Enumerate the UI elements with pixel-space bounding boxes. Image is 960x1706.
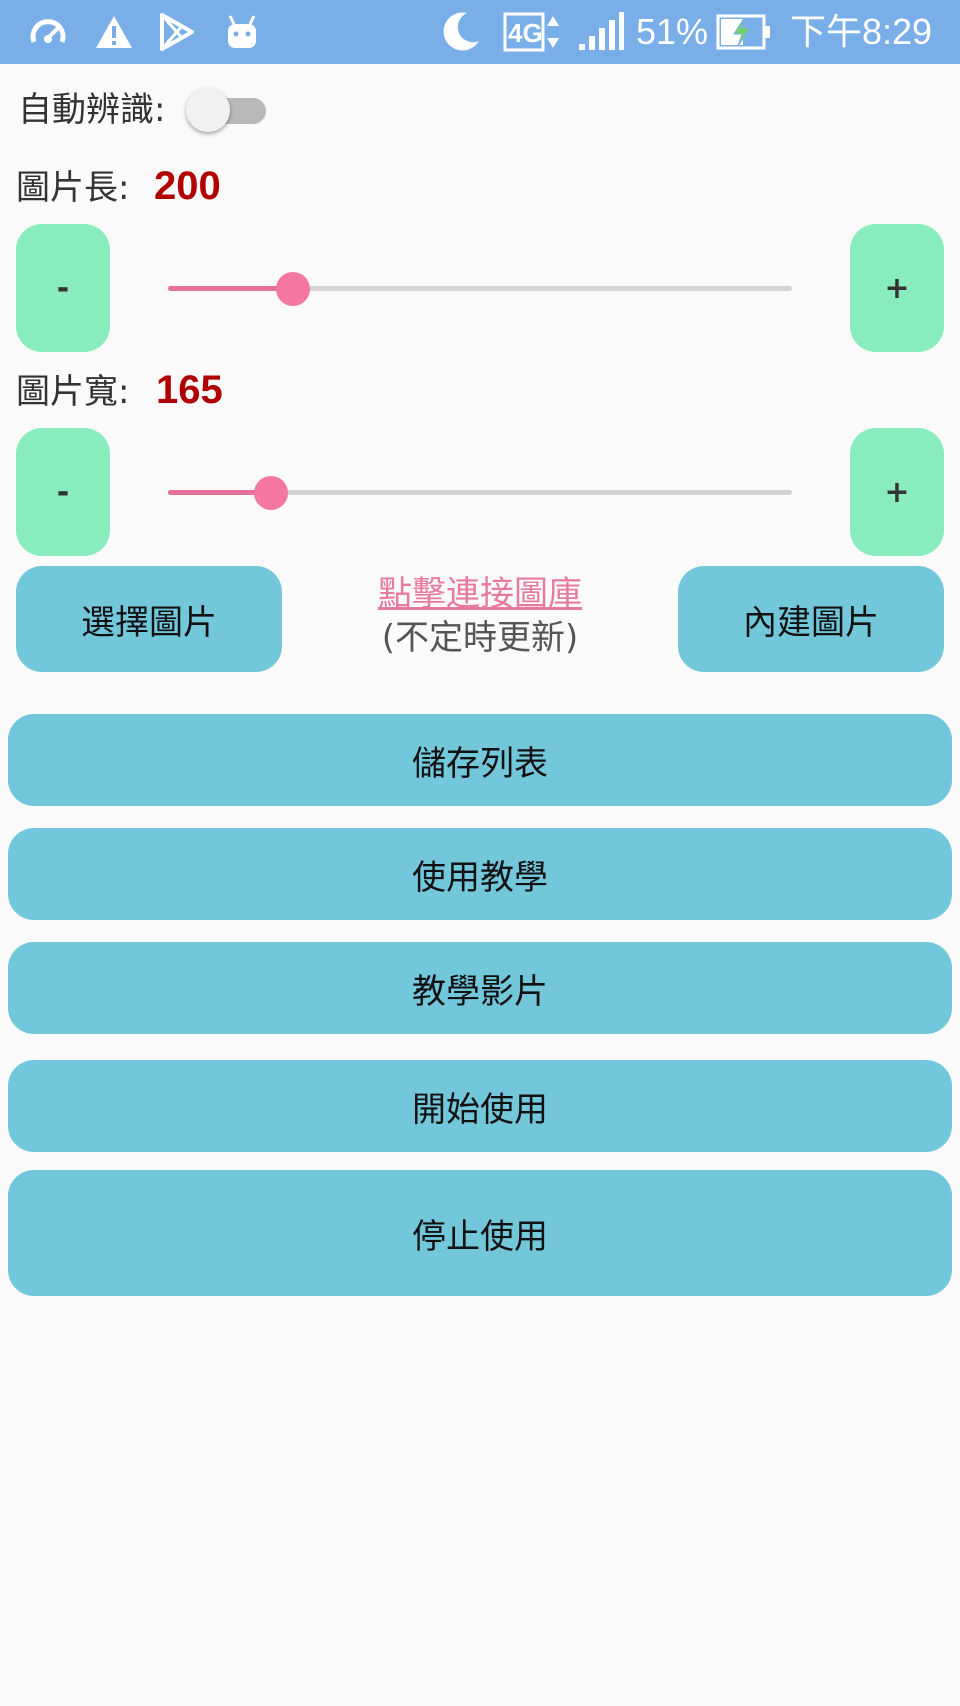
length-minus-button[interactable]: -: [16, 224, 110, 352]
network-4g-icon: 4G: [502, 10, 568, 54]
image-width-label: 圖片寬:: [16, 372, 130, 412]
auto-detect-switch[interactable]: [186, 88, 270, 132]
start-button[interactable]: 開始使用: [8, 1060, 952, 1152]
length-slider[interactable]: [168, 268, 792, 308]
moon-icon: [436, 10, 484, 54]
clock: 下午8:29: [790, 11, 933, 52]
slider-fill: [168, 286, 293, 291]
auto-detect-label: 自動辨識:: [18, 90, 166, 130]
status-bar: 4G 51% 下午8:29: [0, 0, 960, 64]
tutorial-video-button[interactable]: 教學影片: [8, 942, 952, 1034]
save-list-button[interactable]: 儲存列表: [8, 714, 952, 806]
stop-button[interactable]: 停止使用: [8, 1170, 952, 1296]
signal-icon: [576, 10, 626, 54]
switch-thumb: [186, 88, 230, 132]
gallery-link[interactable]: 點擊連接圖庫: [280, 572, 680, 616]
width-minus-button[interactable]: -: [16, 428, 110, 556]
slider-thumb[interactable]: [253, 476, 288, 510]
length-plus-button[interactable]: +: [850, 224, 944, 352]
warning-icon: [92, 10, 136, 54]
image-length-label: 圖片長:: [16, 168, 130, 208]
battery-percent: 51%: [636, 11, 709, 52]
gallery-update-note: (不定時更新): [381, 618, 579, 658]
choose-image-button[interactable]: 選擇圖片: [16, 566, 282, 672]
image-width-value: 165: [156, 368, 223, 412]
image-length-value: 200: [154, 164, 221, 208]
gallery-link-block: 點擊連接圖庫 (不定時更新): [280, 572, 680, 660]
battery-charging-icon: [716, 10, 772, 54]
tutorial-button[interactable]: 使用教學: [8, 828, 952, 920]
width-slider[interactable]: [168, 472, 792, 512]
builtin-image-button[interactable]: 內建圖片: [678, 566, 944, 672]
slider-thumb[interactable]: [275, 272, 310, 306]
width-plus-button[interactable]: +: [850, 428, 944, 556]
android-icon: [220, 10, 264, 54]
speedometer-icon: [26, 10, 70, 54]
network-label: 4G: [508, 18, 543, 48]
play-store-icon: [154, 10, 198, 54]
